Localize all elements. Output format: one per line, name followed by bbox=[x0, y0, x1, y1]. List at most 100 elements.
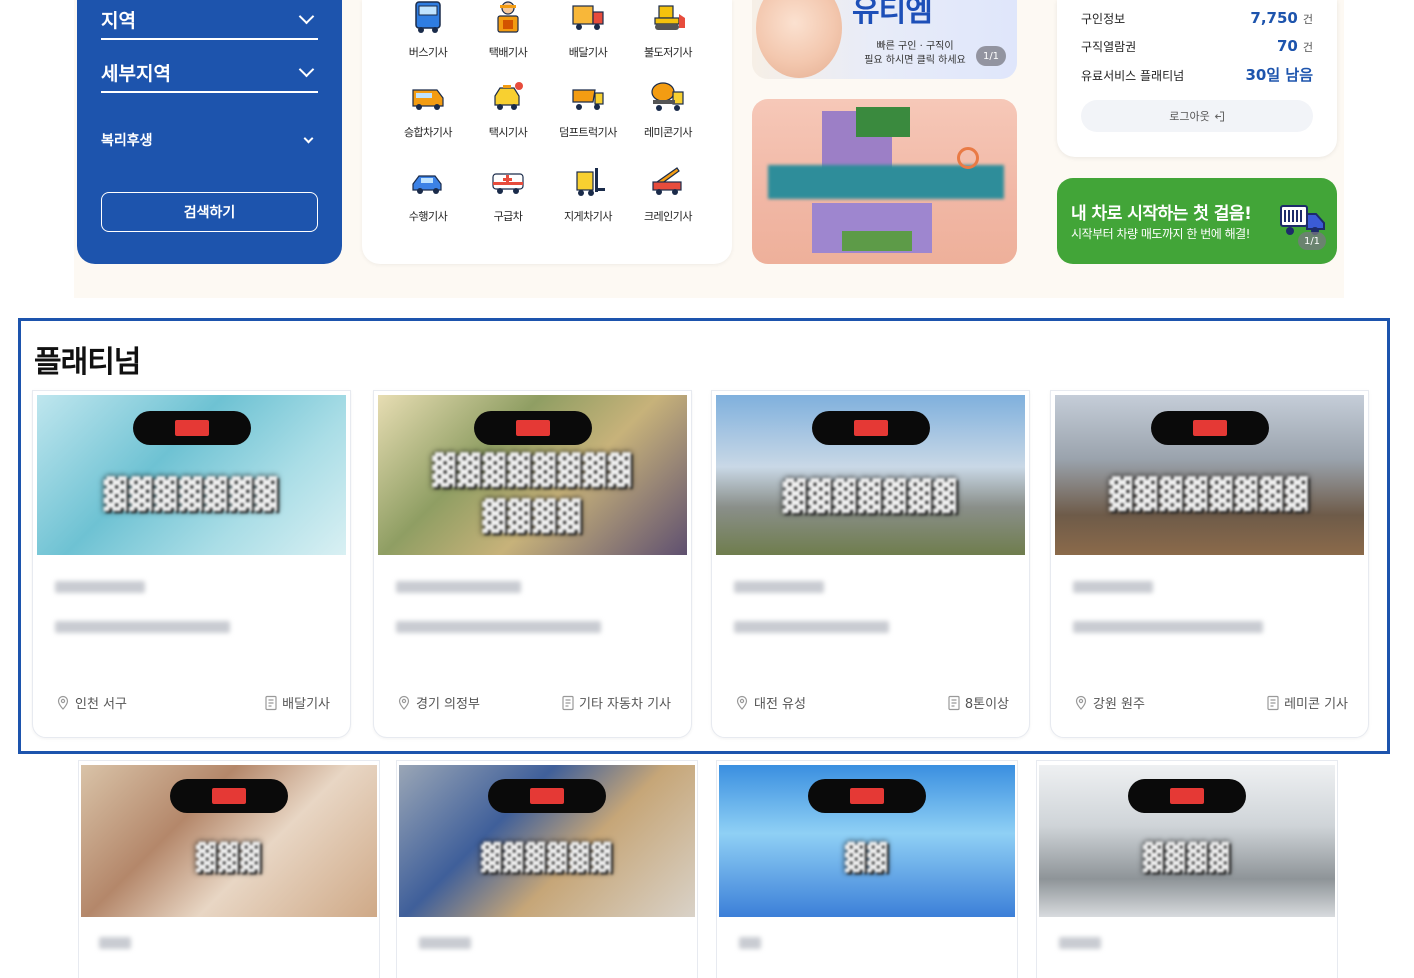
category-label: 버스기사 bbox=[408, 46, 448, 59]
document-icon bbox=[1267, 695, 1279, 710]
job-category-text: 레미콘 기사 bbox=[1284, 697, 1348, 712]
section-title: 플래티넘 bbox=[34, 345, 141, 380]
job-thumbnail: ▓▓▓▓▓▓▓ bbox=[716, 395, 1025, 555]
category-label: 승합차기사 bbox=[403, 126, 453, 139]
logout-button[interactable]: 로그아웃 bbox=[1081, 100, 1313, 132]
category-forklift[interactable]: 지게차기사 bbox=[548, 164, 628, 224]
job-thumbnail: ▓▓▓▓▓▓ bbox=[399, 765, 695, 917]
category-label: 레미콘기사 bbox=[643, 126, 693, 139]
thumbnail-title-blurred: ▓▓▓▓▓▓▓ bbox=[103, 477, 280, 512]
forklift-icon bbox=[576, 168, 605, 196]
job-location-text: 강원 원주 bbox=[1093, 697, 1145, 712]
category-chauffeur[interactable]: 수행기사 bbox=[388, 164, 468, 224]
job-card[interactable]: ▓▓▓▓▓▓ bbox=[396, 760, 698, 978]
job-location: 인천 서구 bbox=[55, 693, 127, 712]
badge-mark bbox=[1192, 420, 1227, 436]
job-location-text: 인천 서구 bbox=[75, 697, 127, 712]
info-label: 유료서비스 플래티넘 bbox=[1081, 69, 1185, 83]
platinum-section: 플래티넘 ▓▓▓▓▓▓▓ 인천 서구 배달기사 ▓▓▓▓▓▓▓▓ ▓▓▓▓ 경기… bbox=[18, 318, 1390, 754]
location-pin-icon bbox=[1075, 695, 1087, 710]
category-label: 구급차 bbox=[493, 210, 523, 223]
platinum-badge bbox=[811, 411, 930, 445]
green-banner-sub: 시작부터 차량 매도까지 한 번에 해결! bbox=[1071, 227, 1250, 241]
category-dump-truck[interactable]: 덤프트럭기사 bbox=[548, 80, 628, 140]
job-category: 8톤이상 bbox=[947, 693, 1009, 712]
job-card[interactable]: ▓▓▓▓▓▓▓▓ ▓▓▓▓ 경기 의정부 기타 자동차 기사 bbox=[373, 390, 692, 738]
info-row-job-posts[interactable]: 구인정보 7,750 건 bbox=[1081, 8, 1313, 27]
banner-pixel-text bbox=[768, 165, 1004, 199]
category-crane[interactable]: 크레인기사 bbox=[628, 164, 708, 224]
job-category: 배달기사 bbox=[264, 693, 330, 712]
category-concrete-mixer[interactable]: 레미콘기사 bbox=[628, 80, 708, 140]
category-bus[interactable]: 버스기사 bbox=[388, 0, 468, 60]
job-category: 기타 자동차 기사 bbox=[561, 693, 671, 712]
info-label: 구인정보 bbox=[1081, 12, 1126, 26]
job-card[interactable]: ▓▓ bbox=[716, 760, 1018, 978]
job-category-text: 배달기사 bbox=[282, 697, 330, 712]
info-row-platinum[interactable]: 유료서비스 플래티넘 30일 남음 bbox=[1081, 64, 1313, 85]
delivery-truck-icon bbox=[572, 5, 604, 30]
category-label: 택시기사 bbox=[488, 126, 528, 139]
badge-mark bbox=[1170, 788, 1204, 804]
welfare-select-label: 복리후생 bbox=[101, 133, 153, 149]
info-unit: 건 bbox=[1302, 41, 1313, 54]
category-courier[interactable]: 택배기사 bbox=[468, 0, 548, 60]
thumbnail-title-blurred: ▓▓▓ bbox=[196, 843, 262, 873]
category-van[interactable]: 승합차기사 bbox=[388, 80, 468, 140]
blurred-company bbox=[734, 581, 824, 593]
logout-label: 로그아웃 bbox=[1169, 110, 1210, 123]
job-thumbnail: ▓▓▓ bbox=[81, 765, 377, 917]
blurred-title bbox=[55, 621, 230, 633]
blurred-company bbox=[396, 581, 521, 593]
document-icon bbox=[562, 695, 574, 710]
job-card[interactable]: ▓▓▓ bbox=[78, 760, 380, 978]
region-select[interactable]: 지역 bbox=[101, 0, 318, 40]
category-bulldozer[interactable]: 불도저기사 bbox=[628, 0, 708, 60]
job-card[interactable]: ▓▓▓▓ bbox=[1036, 760, 1338, 978]
promo-banner-utm[interactable]: 유티엠 빠른 구인 · 구직이 필요 하시면 클릭 하세요 1/1 bbox=[752, 0, 1017, 79]
promo-banner-image[interactable] bbox=[752, 99, 1017, 264]
badge-mark bbox=[850, 788, 884, 804]
welfare-select[interactable]: 복리후생 bbox=[101, 126, 318, 154]
document-icon bbox=[948, 695, 960, 710]
badge-mark bbox=[212, 788, 246, 804]
premium-badge bbox=[488, 779, 606, 813]
location-pin-icon bbox=[736, 695, 748, 710]
job-meta: 인천 서구 배달기사 bbox=[55, 693, 330, 712]
job-card[interactable]: ▓▓▓▓▓▓▓▓ 강원 원주 레미콘 기사 bbox=[1050, 390, 1369, 738]
job-thumbnail: ▓▓▓▓▓▓▓▓ ▓▓▓▓ bbox=[378, 395, 687, 555]
car-start-banner[interactable]: 내 차로 시작하는 첫 걸음! 시작부터 차량 매도까지 한 번에 해결! 1/… bbox=[1057, 178, 1337, 264]
thumbnail-title-blurred: ▓▓ bbox=[845, 843, 889, 873]
dump-truck-icon bbox=[572, 89, 604, 110]
model-photo bbox=[756, 0, 842, 78]
search-panel: 지역 세부지역 복리후생 검색하기 bbox=[77, 0, 342, 264]
bulldozer-icon bbox=[654, 5, 685, 30]
van-icon bbox=[412, 89, 444, 110]
bus-icon bbox=[415, 1, 441, 33]
badge-mark bbox=[853, 420, 888, 436]
blurred-title bbox=[396, 621, 601, 633]
banner-text-line: 필요 하시면 클릭 하세요 bbox=[864, 55, 966, 66]
job-card[interactable]: ▓▓▓▓▓▓▓ 대전 유성 8톤이상 bbox=[711, 390, 1030, 738]
platinum-badge bbox=[473, 411, 592, 445]
premium-badge bbox=[170, 779, 288, 813]
subregion-select[interactable]: 세부지역 bbox=[101, 53, 318, 93]
category-label: 택배기사 bbox=[488, 46, 528, 59]
concrete-mixer-icon bbox=[651, 82, 684, 111]
banner-text: 빠른 구인 · 구직이 필요 하시면 클릭 하세요 bbox=[860, 40, 970, 68]
category-taxi[interactable]: 택시기사 bbox=[468, 80, 548, 140]
subregion-select-label: 세부지역 bbox=[101, 62, 171, 85]
job-card[interactable]: ▓▓▓▓▓▓▓ 인천 서구 배달기사 bbox=[32, 390, 351, 738]
category-delivery[interactable]: 배달기사 bbox=[548, 0, 628, 60]
blurred-company bbox=[739, 937, 761, 949]
search-button[interactable]: 검색하기 bbox=[101, 192, 318, 232]
taxi-icon bbox=[494, 82, 523, 110]
category-label: 지게차기사 bbox=[563, 210, 613, 223]
green-banner-headline: 내 차로 시작하는 첫 걸음! bbox=[1071, 204, 1252, 224]
job-location-text: 경기 의정부 bbox=[416, 697, 480, 712]
job-meta: 대전 유성 8톤이상 bbox=[734, 693, 1009, 712]
banner-pixel-figure bbox=[842, 231, 912, 251]
info-row-resume-pass[interactable]: 구직열람권 70 건 bbox=[1081, 36, 1313, 55]
category-ambulance[interactable]: 구급차 bbox=[468, 164, 548, 224]
thumbnail-title-blurred: ▓▓▓▓▓▓▓▓ bbox=[432, 453, 633, 488]
